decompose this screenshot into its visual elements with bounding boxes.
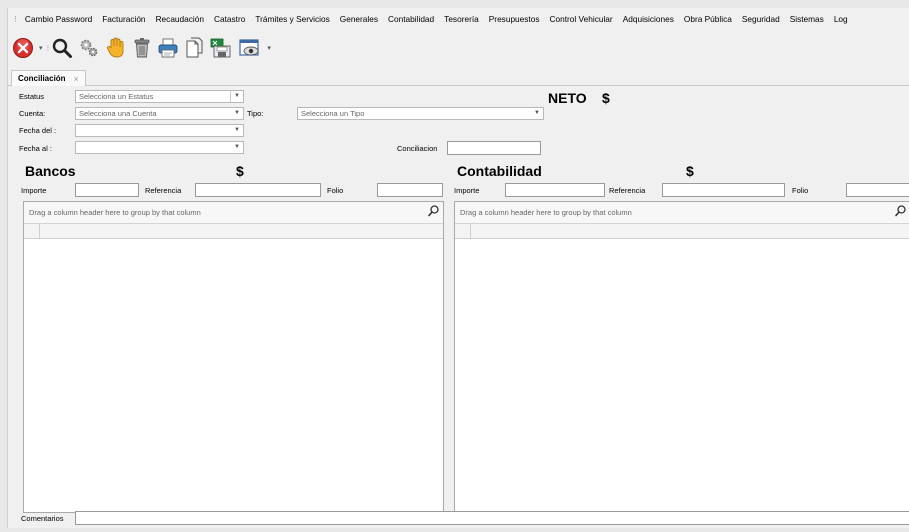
menu-item-sistemas[interactable]: Sistemas xyxy=(785,14,829,24)
contabilidad-referencia-label: Referencia xyxy=(609,186,646,195)
bancos-referencia-label: Referencia xyxy=(145,186,182,195)
contabilidad-folio-label: Folio xyxy=(792,186,809,195)
bancos-referencia-input[interactable] xyxy=(195,183,321,197)
bancos-grid[interactable]: Drag a column header here to group by th… xyxy=(23,201,444,513)
chevron-down-icon: ▼ xyxy=(234,110,240,116)
separator-icon: ⁝ xyxy=(46,42,50,53)
menu-item-tramites[interactable]: Trámites y Servicios xyxy=(250,14,334,24)
fecha-del-label: Fecha del : xyxy=(19,126,57,135)
bancos-row-indicator-header xyxy=(24,224,40,239)
contabilidad-title: Contabilidad xyxy=(457,163,542,179)
fecha-del-picker[interactable]: ▼ xyxy=(75,124,244,137)
contabilidad-currency: $ xyxy=(686,163,694,179)
cuenta-value: Selecciona una Cuenta xyxy=(79,109,157,118)
tipo-value: Selecciona un Tipo xyxy=(301,109,365,118)
menu-item-recaudacion[interactable]: Recaudación xyxy=(151,14,209,24)
bancos-title: Bancos xyxy=(25,163,76,179)
menu-item-obra-publica[interactable]: Obra Pública xyxy=(679,14,737,24)
search-icon[interactable] xyxy=(428,205,439,219)
contabilidad-referencia-input[interactable] xyxy=(662,183,785,197)
menu-item-adquisiciones[interactable]: Adquisiciones xyxy=(618,14,679,24)
menu-grip: ⁝ xyxy=(14,13,17,24)
conciliacion-label: Conciliacion xyxy=(397,144,438,153)
chevron-down-icon: ▼ xyxy=(234,144,240,150)
fecha-al-label: Fecha al : xyxy=(19,144,52,153)
chevron-down-icon: ▼ xyxy=(234,127,240,133)
estatus-select[interactable]: Selecciona un Estatus ▼ xyxy=(75,90,244,103)
printer-icon[interactable] xyxy=(157,34,179,62)
estatus-value: Selecciona un Estatus xyxy=(79,92,154,101)
app-window: ⁝ Cambio Password Facturación Recaudació… xyxy=(7,8,909,528)
tab-label: Conciliación xyxy=(18,74,66,83)
tipo-label: Tipo: xyxy=(247,109,264,118)
excel-export-icon[interactable] xyxy=(209,34,233,62)
estatus-label: Estatus xyxy=(19,92,45,101)
contabilidad-group-hint: Drag a column header here to group by th… xyxy=(460,208,632,217)
contabilidad-group-panel[interactable]: Drag a column header here to group by th… xyxy=(455,202,909,224)
comentarios-label: Comentarios xyxy=(21,514,64,523)
tab-strip: Conciliación × xyxy=(8,66,909,86)
close-dropdown-icon[interactable]: ▾ xyxy=(39,34,43,62)
menu-bar: ⁝ Cambio Password Facturación Recaudació… xyxy=(8,8,909,30)
preview-icon[interactable] xyxy=(238,34,262,62)
neto-label: NETO xyxy=(548,90,587,106)
conciliacion-input[interactable] xyxy=(447,141,541,155)
bancos-folio-label: Folio xyxy=(327,186,344,195)
contabilidad-row-indicator-header xyxy=(455,224,471,239)
bancos-group-hint: Drag a column header here to group by th… xyxy=(29,208,201,217)
comentarios-input[interactable] xyxy=(75,511,909,525)
cuenta-label: Cuenta: xyxy=(19,109,46,118)
bancos-currency: $ xyxy=(236,163,244,179)
bancos-importe-label: Importe xyxy=(21,186,47,195)
bancos-importe-input[interactable] xyxy=(75,183,139,197)
menu-item-presupuestos[interactable]: Presupuestos xyxy=(484,14,545,24)
contabilidad-importe-label: Importe xyxy=(454,186,480,195)
copy-icon[interactable] xyxy=(184,34,204,62)
menu-item-control-vehicular[interactable]: Control Vehicular xyxy=(545,14,618,24)
menu-item-generales[interactable]: Generales xyxy=(335,14,383,24)
search-icon[interactable] xyxy=(51,34,73,62)
bancos-group-panel[interactable]: Drag a column header here to group by th… xyxy=(24,202,443,224)
menu-item-seguridad[interactable]: Seguridad xyxy=(737,14,785,24)
neto-currency: $ xyxy=(602,90,610,106)
bancos-folio-input[interactable] xyxy=(377,183,443,197)
menu-item-contabilidad[interactable]: Contabilidad xyxy=(383,14,439,24)
menu-item-catastro[interactable]: Catastro xyxy=(209,14,250,24)
bancos-column-header[interactable] xyxy=(24,224,443,239)
cuenta-select[interactable]: Selecciona una Cuenta ▼ xyxy=(75,107,244,120)
tab-close-icon[interactable]: × xyxy=(74,74,79,84)
chevron-down-icon: ▼ xyxy=(230,91,240,102)
menu-item-tesoreria[interactable]: Tesorería xyxy=(439,14,484,24)
contabilidad-importe-input[interactable] xyxy=(505,183,605,197)
search-icon[interactable] xyxy=(895,205,906,219)
contabilidad-column-header[interactable] xyxy=(455,224,909,239)
contabilidad-grid[interactable]: Drag a column header here to group by th… xyxy=(454,201,909,513)
menu-item-cambio-password[interactable]: Cambio Password xyxy=(20,14,97,24)
fecha-al-picker[interactable]: ▼ xyxy=(75,141,244,154)
tipo-select[interactable]: Selecciona un Tipo ▼ xyxy=(297,107,544,120)
chevron-down-icon: ▼ xyxy=(534,110,540,116)
close-icon[interactable] xyxy=(12,34,34,62)
menu-item-log[interactable]: Log xyxy=(829,14,853,24)
menu-item-facturacion[interactable]: Facturación xyxy=(97,14,150,24)
gears-icon[interactable] xyxy=(78,34,100,62)
tab-conciliacion[interactable]: Conciliación × xyxy=(11,70,86,86)
hand-icon[interactable] xyxy=(105,34,127,62)
contabilidad-folio-input[interactable] xyxy=(846,183,909,197)
toolbar: ▾ ⁝ ▾ xyxy=(8,30,909,66)
preview-dropdown-icon[interactable]: ▾ xyxy=(267,34,271,62)
trash-icon[interactable] xyxy=(132,34,152,62)
